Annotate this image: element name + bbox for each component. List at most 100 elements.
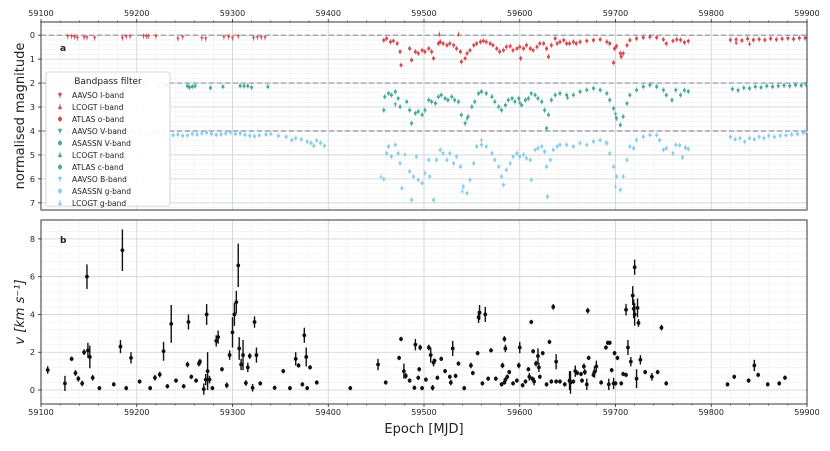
data-point (263, 36, 267, 40)
data-point (551, 148, 555, 152)
data-point (226, 35, 231, 39)
data-point (501, 48, 506, 52)
velocity-point (220, 367, 224, 372)
data-point (571, 93, 575, 97)
data-point (309, 141, 313, 145)
data-point (635, 138, 639, 142)
velocity-point (418, 345, 423, 350)
velocity-point (305, 386, 310, 391)
data-point (679, 93, 683, 97)
velocity-point (531, 349, 536, 354)
velocity-point (582, 370, 587, 374)
data-point (743, 140, 747, 144)
velocity-point (635, 305, 640, 310)
data-point (529, 91, 533, 95)
velocity-point (69, 356, 74, 361)
velocity-point (655, 370, 660, 374)
y-tick-label: 6 (30, 175, 35, 184)
velocity-point (428, 353, 433, 357)
data-point (257, 133, 261, 137)
velocity-point (224, 383, 229, 388)
data-point (751, 38, 755, 42)
data-point (85, 36, 89, 40)
legend-label: ASASSN g-band (72, 187, 131, 196)
data-point (475, 42, 479, 46)
data-point (408, 108, 412, 112)
data-point (461, 184, 465, 189)
x-tick-label: 59600 (507, 408, 532, 417)
velocity-point (204, 312, 209, 317)
data-point (423, 171, 427, 175)
legend-label: ATLAS c-band (72, 163, 124, 172)
data-point (598, 37, 602, 42)
x-tick-label: 59800 (699, 9, 724, 18)
data-point (413, 111, 417, 115)
velocity-point (383, 380, 388, 385)
data-point (445, 158, 449, 162)
data-point (466, 115, 470, 119)
data-point (221, 85, 225, 89)
data-point (497, 105, 501, 109)
velocity-point (63, 381, 67, 386)
data-point (488, 42, 492, 46)
data-point (571, 145, 575, 149)
x-tick-label: 59700 (603, 9, 628, 18)
panel-b-label: b (60, 236, 67, 246)
data-point (682, 40, 686, 44)
velocity-point (230, 330, 235, 335)
data-point (748, 136, 752, 140)
data-point (528, 47, 532, 51)
velocity-point (511, 381, 515, 386)
data-point (748, 86, 752, 90)
velocity-point (628, 359, 633, 364)
velocity-point (252, 320, 257, 324)
x-tick-label: 59900 (794, 9, 819, 18)
data-point (790, 133, 794, 137)
data-point (522, 153, 526, 157)
data-point (555, 145, 559, 149)
data-point (453, 98, 457, 102)
data-point (598, 88, 602, 92)
data-point (408, 47, 412, 51)
data-point (753, 85, 757, 89)
data-point (526, 96, 530, 100)
velocity-point (165, 384, 170, 389)
data-point (463, 56, 467, 60)
data-point (747, 41, 752, 45)
data-point (612, 106, 616, 110)
data-point (385, 151, 389, 155)
data-point (416, 178, 420, 182)
velocity-point (304, 355, 309, 359)
data-point (752, 137, 756, 141)
data-point (398, 161, 402, 165)
data-point (436, 95, 440, 99)
y-tick-label: 5 (30, 151, 35, 160)
data-point (72, 35, 77, 39)
data-point (605, 141, 609, 145)
data-point (772, 135, 776, 139)
velocity-point (407, 378, 412, 383)
data-point (508, 44, 512, 48)
data-point (141, 34, 146, 38)
data-point (382, 38, 386, 42)
velocity-point (412, 385, 417, 390)
data-point (533, 93, 537, 97)
velocity-point (486, 376, 491, 381)
velocity-point (547, 339, 552, 344)
data-point (190, 85, 194, 89)
data-point (501, 183, 506, 187)
data-point (558, 143, 562, 147)
data-point (513, 100, 517, 104)
x-tick-label: 59300 (220, 408, 245, 417)
velocity-point (634, 376, 639, 381)
data-point (459, 113, 463, 117)
velocity-point (430, 385, 435, 390)
data-point (290, 138, 294, 142)
data-point (222, 35, 226, 39)
data-point (619, 55, 623, 59)
data-point (393, 90, 397, 94)
velocity-point (549, 379, 554, 384)
velocity-point (420, 386, 424, 391)
data-point (621, 115, 625, 119)
data-point (460, 189, 464, 193)
